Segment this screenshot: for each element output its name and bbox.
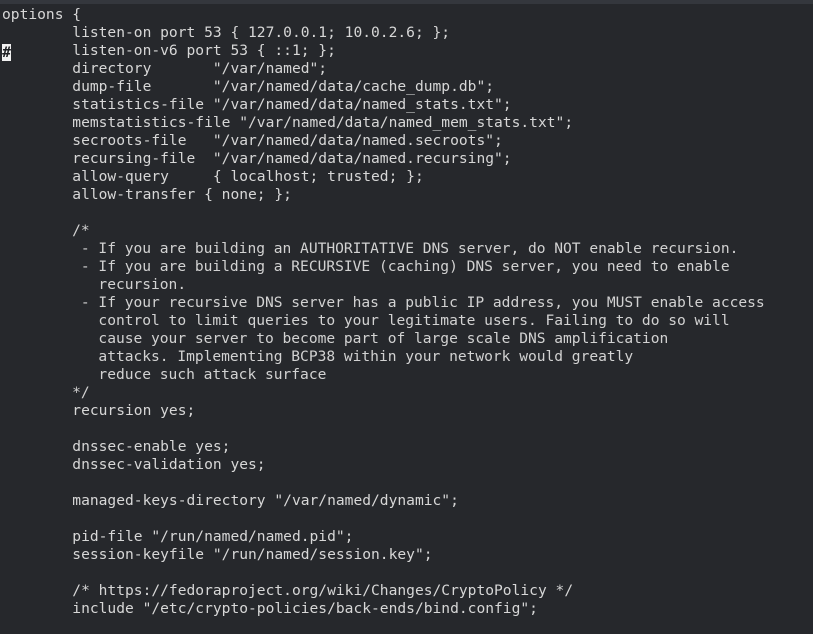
code-line[interactable]: statistics-file "/var/named/data/named_s… [2,96,813,114]
code-line[interactable] [2,420,813,438]
code-line[interactable]: /* [2,222,813,240]
code-line[interactable]: allow-transfer { none; }; [2,186,813,204]
code-line[interactable]: options { [2,6,813,24]
code-line[interactable]: session-keyfile "/run/named/session.key"… [2,546,813,564]
code-line[interactable]: include "/etc/crypto-policies/back-ends/… [2,600,813,618]
code-line[interactable]: managed-keys-directory "/var/named/dynam… [2,492,813,510]
code-line[interactable]: - If you are building an AUTHORITATIVE D… [2,240,813,258]
code-line[interactable]: - If your recursive DNS server has a pub… [2,294,813,312]
code-line[interactable]: dnssec-validation yes; [2,456,813,474]
code-line[interactable]: secroots-file "/var/named/data/named.sec… [2,132,813,150]
code-line[interactable]: pid-file "/run/named/named.pid"; [2,528,813,546]
code-line[interactable]: recursion yes; [2,402,813,420]
code-line[interactable]: directory "/var/named"; [2,60,813,78]
code-line[interactable]: /* https://fedoraproject.org/wiki/Change… [2,582,813,600]
code-line[interactable]: dnssec-enable yes; [2,438,813,456]
text-editor-buffer[interactable]: options { listen-on port 53 { 127.0.0.1;… [0,4,813,634]
code-line[interactable]: reduce such attack surface [2,366,813,384]
code-line[interactable]: recursion. [2,276,813,294]
code-line[interactable] [2,510,813,528]
code-line[interactable]: attacks. Implementing BCP38 within your … [2,348,813,366]
code-line[interactable]: listen-on-v6 port 53 { ::1; }; [2,42,813,60]
code-line[interactable]: recursing-file "/var/named/data/named.re… [2,150,813,168]
code-line[interactable]: cause your server to become part of larg… [2,330,813,348]
code-line[interactable]: dump-file "/var/named/data/cache_dump.db… [2,78,813,96]
code-line[interactable] [2,204,813,222]
code-line[interactable] [2,474,813,492]
text-cursor: # [2,44,11,61]
code-line[interactable]: */ [2,384,813,402]
code-line[interactable]: memstatistics-file "/var/named/data/name… [2,114,813,132]
code-line[interactable]: - If you are building a RECURSIVE (cachi… [2,258,813,276]
code-line[interactable]: listen-on port 53 { 127.0.0.1; 10.0.2.6;… [2,24,813,42]
code-line[interactable]: allow-query { localhost; trusted; }; [2,168,813,186]
code-line[interactable]: control to limit queries to your legitim… [2,312,813,330]
terminal-window[interactable]: options { listen-on port 53 { 127.0.0.1;… [0,0,813,634]
code-line[interactable] [2,564,813,582]
